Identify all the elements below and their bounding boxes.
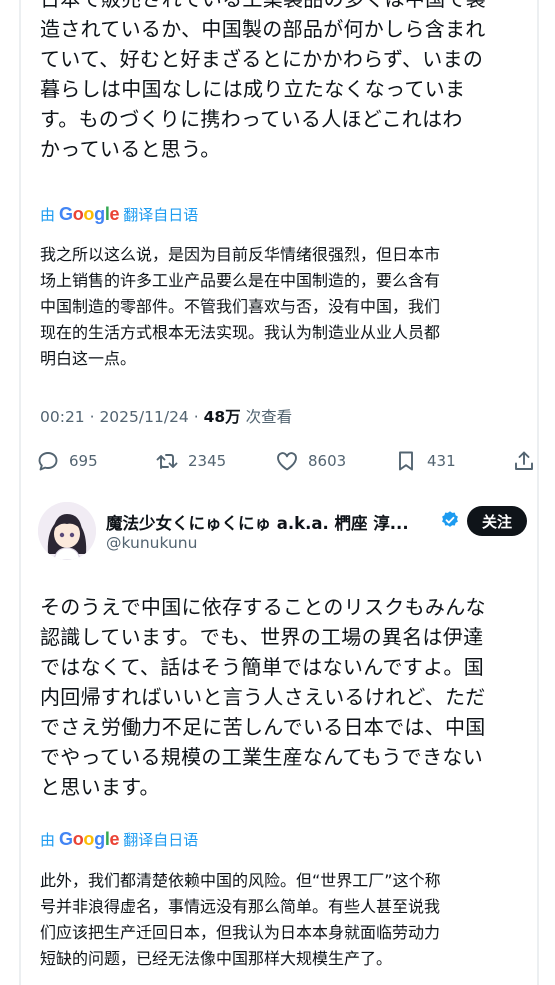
page: 日本で販売されている工業製品の多くは中国で製 造されているか、中国製の部品が何か… [0,0,555,985]
thread-border-left [19,0,21,985]
text-line: 现在的生活方式根本无法实现。我认为制造业从业人员都 [40,323,441,342]
translated-by-google-link[interactable]: 由 Google 翻译自日语 [40,203,198,225]
text-line: かっていると思う。 [40,137,221,161]
text-line: 暮らしは中国なしには成り立たなくなっていま [40,77,466,101]
google-logo: Google [59,203,120,224]
like-count: 8603 [308,452,347,470]
google-logo: Google [59,828,120,849]
text-line: 我之所以这么说，是因为目前反华情绪很强烈，但日本市 [40,245,441,264]
retweet-count: 2345 [188,452,227,470]
retweet-icon [156,454,178,469]
text-line: 们应该把生产迁回日本，但我认为日本本身就面临劳动力 [40,923,441,942]
text-line: 号并非浪得虚名，事情远没有那么简单。有些人甚至说我 [40,897,441,916]
tweet-original-text: 日本で販売されている工業製品の多くは中国で製 造されているか、中国製の部品が何か… [40,0,540,164]
verified-badge-icon [442,511,458,527]
text-line: 此外，我们都清楚依赖中国的风险。但“世界工厂”这个称 [40,871,441,890]
text-line: でやっている規模の工業生産なんてもうできない [40,745,483,769]
text-line: 短缺的问题，已经无法像中国那样大规模生产了。 [40,949,393,968]
text-line: でさえ労働力不足に苦しんでいる日本では、中国 [40,715,486,739]
text-line: ではなくて、話はそう簡単ではないんですよ。国 [40,655,484,679]
bookmark-button[interactable]: 431 [394,445,456,477]
text-line: 認識しています。でも、世界の工場の異名は伊達 [40,625,484,649]
translated-by-google-link[interactable]: 由 Google 翻译自日语 [40,828,198,850]
translate-suffix: 翻译自日语 [123,830,199,849]
text-line: と思います。 [40,775,160,799]
tweet-translated-text: 我之所以这么说，是因为目前反华情绪很强烈，但日本市 场上销售的许多工业产品要么是… [40,242,540,372]
text-line: 明白这一点。 [40,349,137,368]
share-button[interactable] [512,445,536,477]
translate-prefix: 由 [40,205,56,224]
text-line: 内回帰すればいいと言う人さえいるけれど、ただ [40,685,486,709]
retweet-button[interactable]: 2345 [155,445,226,477]
views-label: 次查看 [240,408,293,426]
tweet-timestamp[interactable]: 00:21 · 2025/11/24 · 48万 次查看 [40,405,292,427]
bookmark-count: 431 [427,452,456,470]
translate-prefix: 由 [40,830,56,849]
avatar[interactable] [38,502,96,560]
author-handle[interactable]: @kunukunu [106,534,197,552]
bookmark-icon [399,451,413,471]
author-name[interactable]: 魔法少女くにゅくにゅ a.k.a. 椚座 淳... [106,510,409,534]
text-line: す。ものづくりに携わっている人ほどこれはわ [40,107,463,131]
tweet-original-text: そのうえで中国に依存することのリスクもみんな 認識しています。でも、世界の工場の… [40,592,540,802]
translate-suffix: 翻译自日语 [123,205,199,224]
share-icon [515,451,533,470]
text-line: 日本で販売されている工業製品の多くは中国で製 [40,0,540,14]
tweet-translated-text: 此外，我们都清楚依赖中国的风险。但“世界工厂”这个称 号并非浪得虚名，事情远没有… [40,868,540,972]
text-line: ていて、好むと好まざるとにかかわらず、いまの [40,47,484,71]
text-line: 造されているか、中国製の部品が何かしら含まれ [40,17,486,41]
reply-icon [38,452,58,471]
tweet-actions: 695 2345 8603 431 [36,445,538,477]
avatar-image [38,502,96,560]
views-count: 48万 [203,408,241,426]
timestamp-text: 00:21 · 2025/11/24 · [40,408,204,426]
like-button[interactable]: 8603 [275,445,346,477]
reply-button[interactable]: 695 [36,445,98,477]
text-line: そのうえで中国に依存することのリスクもみんな [40,595,486,619]
follow-button[interactable]: 关注 [467,506,527,536]
like-icon [277,452,297,471]
text-line: 场上销售的许多工业产品要么是在中国制造的，要么含有 [40,271,441,290]
reply-count: 695 [69,452,98,470]
text-line: 中国制造的零部件。不管我们喜欢与否，没有中国，我们 [40,297,441,316]
